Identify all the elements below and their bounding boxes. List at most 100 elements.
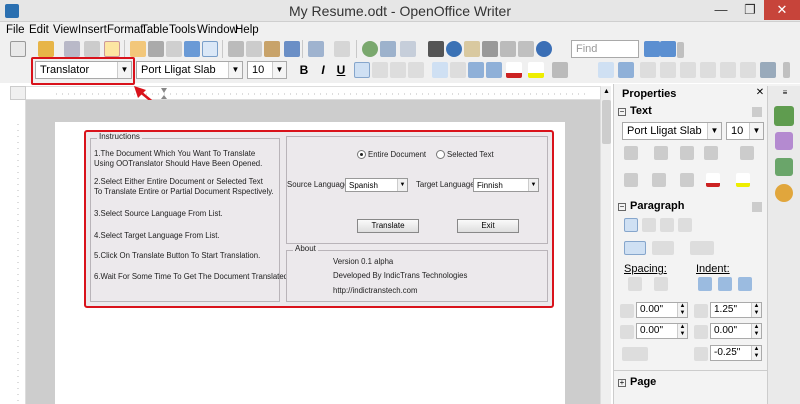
justify-icon[interactable] bbox=[408, 62, 424, 78]
chevron-down-icon[interactable]: ▼ bbox=[528, 179, 538, 191]
strikethrough-icon[interactable] bbox=[704, 146, 718, 160]
first-line-indent-input[interactable]: -0.25" ▲ ▼ bbox=[710, 345, 762, 361]
increase-font-icon[interactable] bbox=[624, 173, 638, 187]
styles-deck-icon[interactable] bbox=[775, 132, 793, 150]
menu-format[interactable]: Format bbox=[107, 24, 143, 36]
page-section-header[interactable]: Page bbox=[630, 376, 656, 388]
menu-tools[interactable]: Tools bbox=[169, 24, 196, 36]
bold-button[interactable]: B bbox=[295, 62, 313, 78]
navigator-icon[interactable] bbox=[446, 41, 462, 57]
paragraph-section-header[interactable]: Paragraph bbox=[630, 200, 684, 212]
align-center-icon[interactable] bbox=[372, 62, 388, 78]
show-draw-functions-icon[interactable] bbox=[400, 41, 416, 57]
chevron-down-icon[interactable]: ▼ bbox=[397, 179, 407, 191]
source-language-select[interactable]: Spanish ▼ bbox=[345, 178, 408, 192]
underline-icon[interactable] bbox=[680, 146, 694, 160]
find-next-icon[interactable] bbox=[644, 41, 660, 57]
character-spacing-icon[interactable] bbox=[680, 173, 694, 187]
undo-icon[interactable] bbox=[308, 41, 324, 57]
radio-selected-label[interactable]: Selected Text bbox=[447, 150, 494, 160]
up-arrow-icon[interactable] bbox=[760, 62, 776, 78]
about-link[interactable]: http://indictranstech.com bbox=[333, 286, 418, 296]
chevron-down-icon[interactable]: ▼ bbox=[749, 123, 763, 139]
align-left-icon[interactable] bbox=[624, 218, 638, 232]
more-options-icon[interactable] bbox=[752, 107, 762, 117]
spacing-above-input[interactable]: 0.00" ▲ ▼ bbox=[636, 302, 688, 318]
italic-button[interactable]: I bbox=[314, 62, 332, 78]
close-button[interactable]: ✕ bbox=[764, 0, 800, 20]
justify-icon[interactable] bbox=[678, 218, 692, 232]
text-section-header[interactable]: Text bbox=[630, 105, 652, 117]
list-toggle-icon[interactable] bbox=[598, 62, 614, 78]
toolbar-overflow-icon[interactable] bbox=[783, 62, 790, 78]
menu-file[interactable]: File bbox=[6, 24, 25, 36]
radio-entire-document[interactable] bbox=[357, 150, 366, 159]
radio-selected-text[interactable] bbox=[436, 150, 445, 159]
tab-stop-selector[interactable] bbox=[10, 86, 26, 100]
print-icon[interactable] bbox=[148, 41, 164, 57]
table-icon[interactable] bbox=[380, 41, 396, 57]
find-input[interactable]: Find bbox=[571, 40, 639, 58]
collapse-icon[interactable]: − bbox=[618, 108, 626, 116]
align-right-icon[interactable] bbox=[660, 218, 674, 232]
sidebar-font-name-combo[interactable]: Port Lligat Slab ▼ bbox=[622, 122, 722, 140]
align-center-icon[interactable] bbox=[642, 218, 656, 232]
bullets-icon[interactable] bbox=[624, 241, 646, 255]
decrease-indent-icon[interactable] bbox=[718, 277, 732, 291]
find-previous-icon[interactable] bbox=[660, 41, 676, 57]
bullets-icon[interactable] bbox=[450, 62, 466, 78]
find-replace-icon[interactable] bbox=[428, 41, 444, 57]
bold-icon[interactable] bbox=[624, 146, 638, 160]
new-document-icon[interactable] bbox=[10, 41, 26, 57]
properties-deck-icon[interactable] bbox=[774, 106, 794, 126]
restart-numbering-icon[interactable] bbox=[720, 62, 736, 78]
chevron-down-icon[interactable]: ▼ bbox=[228, 62, 242, 78]
promote-icon[interactable] bbox=[618, 62, 634, 78]
radio-entire-label[interactable]: Entire Document bbox=[368, 150, 426, 160]
paragraph-background-icon[interactable] bbox=[690, 241, 714, 255]
more-options-icon[interactable] bbox=[752, 202, 762, 212]
increase-spacing-icon[interactable] bbox=[628, 277, 642, 291]
increase-indent-icon[interactable] bbox=[698, 277, 712, 291]
spellcheck-icon[interactable] bbox=[184, 41, 200, 57]
menu-help[interactable]: Help bbox=[235, 24, 259, 36]
insert-unnumbered-icon[interactable] bbox=[700, 62, 716, 78]
menu-window[interactable]: Window bbox=[197, 24, 238, 36]
indent-after-input[interactable]: 0.00" ▲ ▼ bbox=[710, 323, 762, 339]
sidebar-menu-icon[interactable]: ≡ bbox=[780, 88, 790, 98]
font-size-combo[interactable]: 10 ▼ bbox=[247, 61, 287, 79]
chevron-down-icon[interactable]: ▼ bbox=[272, 62, 286, 78]
decrease-spacing-icon[interactable] bbox=[654, 277, 668, 291]
numbering-icon[interactable] bbox=[652, 241, 674, 255]
gallery-icon[interactable] bbox=[464, 41, 480, 57]
background-color-icon[interactable] bbox=[552, 62, 568, 78]
horizontal-ruler[interactable] bbox=[26, 86, 610, 100]
format-paintbrush-icon[interactable] bbox=[284, 41, 300, 57]
target-language-select[interactable]: Finnish ▼ bbox=[473, 178, 539, 192]
email-icon[interactable] bbox=[84, 41, 100, 57]
menu-insert[interactable]: Insert bbox=[78, 24, 107, 36]
save-icon[interactable] bbox=[64, 41, 80, 57]
translate-button[interactable]: Translate bbox=[357, 219, 419, 233]
vertical-scrollbar[interactable]: ▲ bbox=[600, 86, 611, 404]
spacing-below-input[interactable]: 0.00" ▲ ▼ bbox=[636, 323, 688, 339]
zoom-icon[interactable] bbox=[518, 41, 534, 57]
font-color-icon[interactable] bbox=[506, 62, 522, 78]
font-name-combo[interactable]: Port Lligat Slab ▼ bbox=[136, 61, 243, 79]
print-preview-icon[interactable] bbox=[166, 41, 182, 57]
copy-icon[interactable] bbox=[246, 41, 262, 57]
sidebar-font-size-combo[interactable]: 10 ▼ bbox=[726, 122, 764, 140]
data-sources-icon[interactable] bbox=[482, 41, 498, 57]
close-icon[interactable]: ✕ bbox=[754, 87, 766, 99]
expand-icon[interactable]: + bbox=[618, 379, 626, 387]
minimize-button[interactable]: — bbox=[706, 0, 736, 20]
formatting-marks-icon[interactable] bbox=[500, 41, 516, 57]
align-right-icon[interactable] bbox=[390, 62, 406, 78]
menu-view[interactable]: View bbox=[53, 24, 78, 36]
underline-button[interactable]: U bbox=[332, 62, 350, 78]
open-folder-icon[interactable] bbox=[38, 41, 54, 57]
help-icon[interactable] bbox=[536, 41, 552, 57]
decrease-indent-icon[interactable] bbox=[486, 62, 502, 78]
highlight-icon[interactable] bbox=[528, 62, 544, 78]
scroll-thumb[interactable] bbox=[602, 100, 611, 144]
